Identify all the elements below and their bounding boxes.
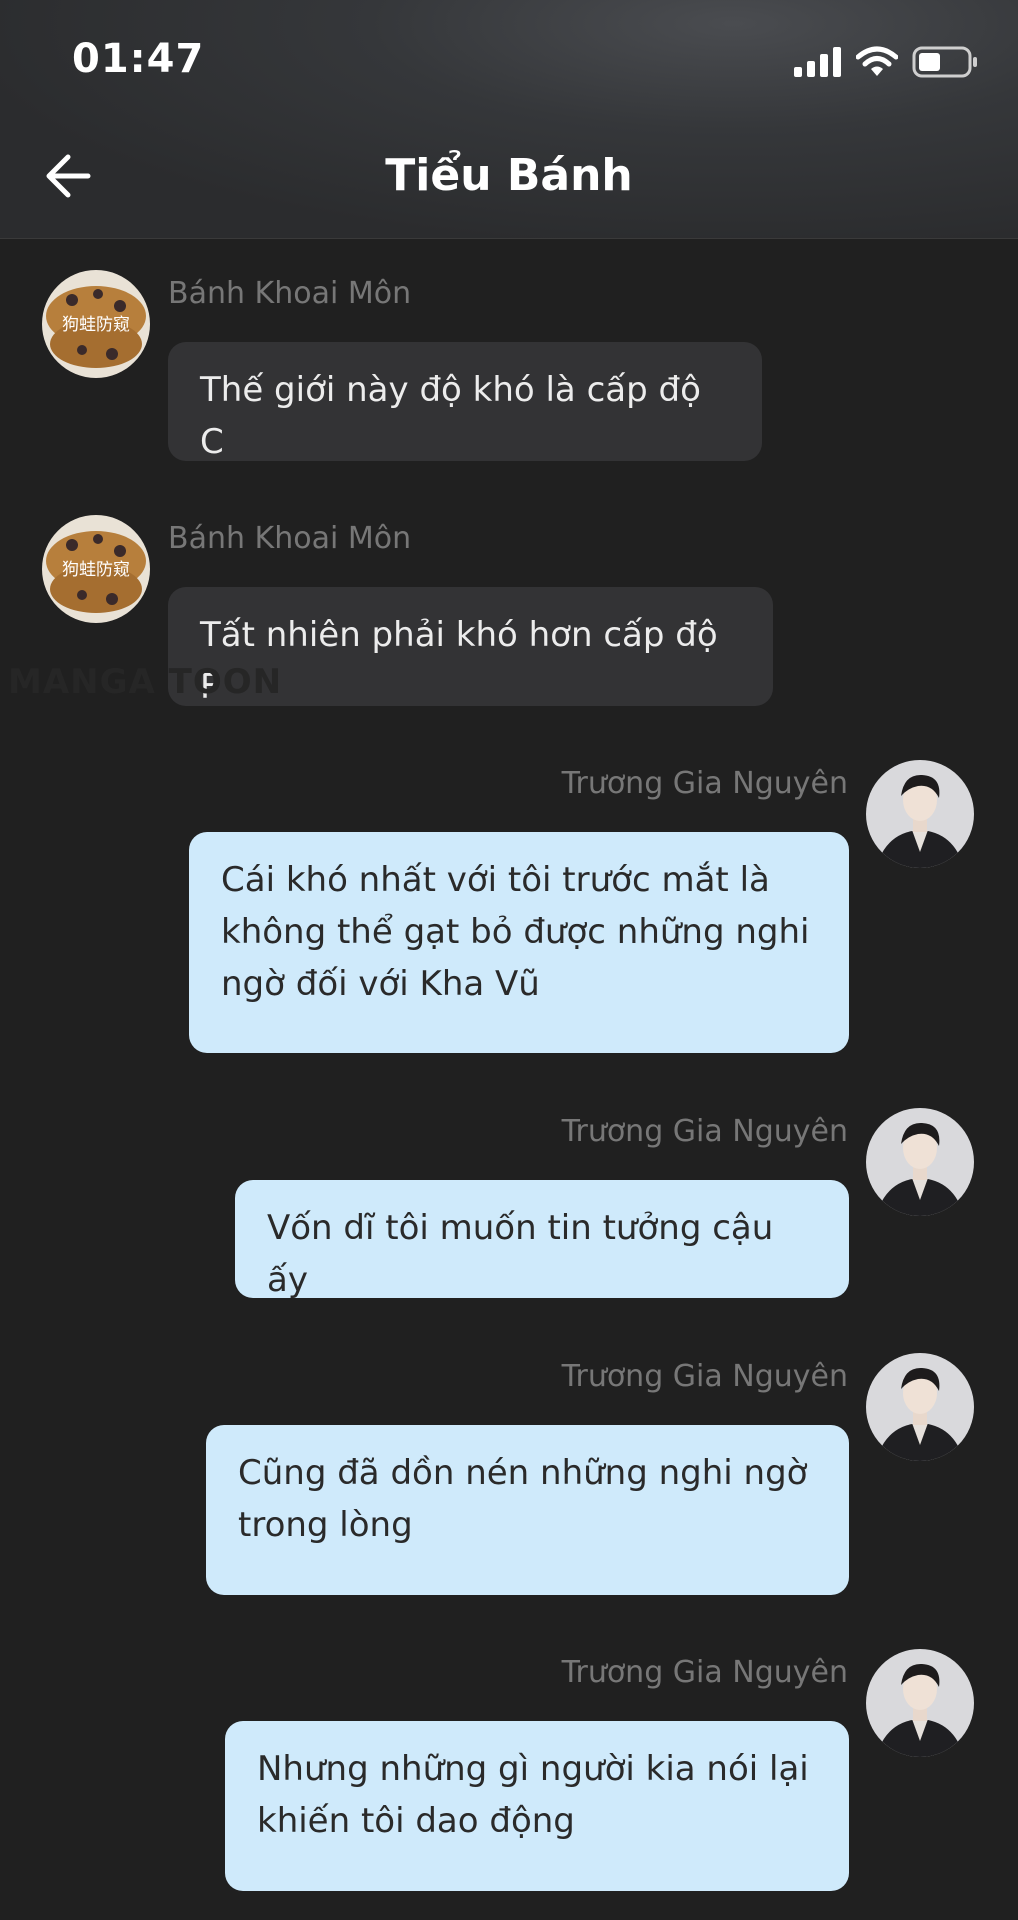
sender-name: Bánh Khoai Môn (168, 521, 412, 556)
sender-name: Trương Gia Nguyên (561, 766, 848, 801)
avatar[interactable] (866, 1108, 974, 1216)
avatar-watermark-text: 狗蛙防窥 (62, 560, 130, 580)
battery-icon (912, 46, 977, 78)
header-bar: 01:47 Tiểu Bánh (0, 0, 1018, 239)
sender-name: Trương Gia Nguyên (561, 1114, 848, 1149)
message-bubble[interactable]: Cũng đã dồn nén những nghi ngờ trong lòn… (206, 1425, 849, 1595)
person-avatar-icon (866, 1108, 974, 1216)
message-bubble[interactable]: Thế giới này độ khó là cấp độ C (168, 342, 762, 462)
chat-title: Tiểu Bánh (385, 150, 633, 201)
avatar[interactable]: 狗蛙防窥 (42, 270, 150, 378)
message-bubble[interactable]: Vốn dĩ tôi muốn tin tưởng cậu ấy (235, 1180, 849, 1300)
sender-name: Trương Gia Nguyên (561, 1655, 848, 1690)
cake-avatar-icon: 狗蛙防窥 (42, 270, 150, 378)
sender-name: Trương Gia Nguyên (561, 1359, 848, 1394)
avatar[interactable]: 狗蛙防窥 (42, 515, 150, 623)
message-bubble[interactable]: Cái khó nhất với tôi trước mắt là không … (189, 832, 849, 1053)
signal-icon (794, 47, 841, 77)
sender-name: Bánh Khoai Môn (168, 276, 412, 311)
status-time: 01:47 (72, 36, 205, 82)
message-bubble[interactable]: Nhưng những gì người kia nói lại khiến t… (225, 1721, 849, 1891)
avatar[interactable] (866, 1649, 974, 1757)
cake-avatar-icon: 狗蛙防窥 (42, 515, 150, 623)
wifi-icon (856, 46, 898, 76)
person-avatar-icon (866, 1649, 974, 1757)
watermark-text: MANGA TOON (8, 662, 283, 702)
avatar-watermark-text: 狗蛙防窥 (62, 315, 130, 335)
person-avatar-icon (866, 760, 974, 868)
avatar[interactable] (866, 1353, 974, 1461)
person-avatar-icon (866, 1353, 974, 1461)
avatar[interactable] (866, 760, 974, 868)
status-icons (794, 44, 978, 80)
